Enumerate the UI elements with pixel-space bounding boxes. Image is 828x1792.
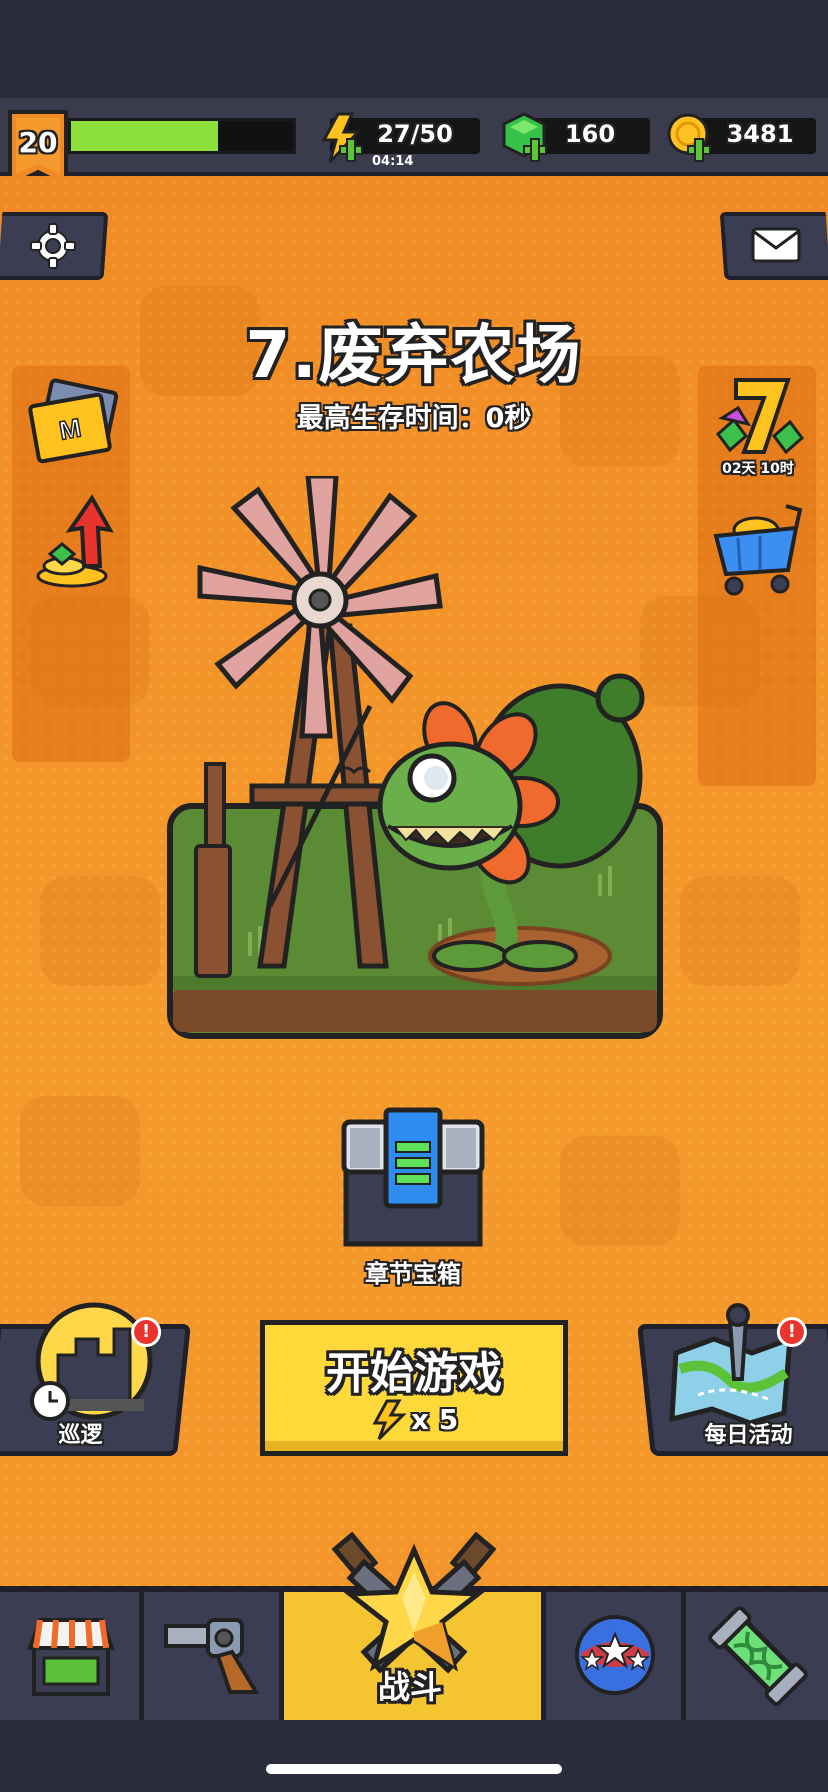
battle-star-icon — [331, 1532, 497, 1674]
lucky-seven-icon — [715, 378, 805, 455]
nav-tab-evolution[interactable] — [686, 1592, 828, 1720]
top-hud: 20 27/50 04:14 160 3481 — [0, 98, 828, 190]
level-number: 20 — [18, 126, 58, 159]
chapter-chest-button[interactable]: 章节宝箱 — [340, 1104, 486, 1304]
daily-activity-label: 每日活动 — [704, 1423, 793, 1448]
growth-fund-button[interactable] — [22, 488, 122, 592]
lucky-seven-event-button[interactable]: 02天 10时 — [708, 374, 808, 484]
dna-capsule-icon — [708, 1606, 808, 1706]
battle-label: 战斗 — [377, 1668, 442, 1706]
nav-tab-weapons[interactable] — [144, 1592, 284, 1720]
chest-icon — [341, 1107, 485, 1247]
patrol-label: 巡逻 — [58, 1423, 103, 1448]
mail-button[interactable] — [719, 212, 828, 280]
coin-icon — [667, 113, 711, 162]
right-side-panel: 02天 10时 — [698, 366, 816, 786]
stage-illustration[interactable] — [160, 476, 680, 1076]
revolver-icon — [164, 1618, 260, 1694]
gear-icon — [30, 223, 76, 269]
home-indicator[interactable] — [266, 1764, 562, 1774]
start-game-cost: x 5 — [411, 1403, 459, 1436]
patrol-button[interactable]: ! 巡逻 — [0, 1302, 191, 1456]
nav-tab-talents[interactable] — [546, 1592, 686, 1720]
chest-label: 章节宝箱 — [365, 1260, 461, 1288]
growth-fund-icon — [36, 494, 114, 588]
energy-bolt-icon — [321, 112, 363, 164]
energy-timer: 04:14 — [372, 154, 414, 169]
gem-icon — [502, 112, 547, 162]
status-bar — [0, 0, 828, 98]
energy-value: 27/50 — [377, 120, 453, 148]
home-bar — [0, 1720, 828, 1792]
mail-icon — [751, 227, 801, 263]
shop-cart-button[interactable] — [708, 500, 808, 598]
left-side-panel: M — [12, 366, 130, 762]
start-game-button[interactable]: 开始游戏 x 5 — [260, 1320, 568, 1456]
daily-alert-icon: ! — [776, 1317, 807, 1347]
event-timer: 02天 10时 — [722, 461, 794, 477]
start-game-label: 开始游戏 — [326, 1348, 502, 1399]
settings-button[interactable] — [0, 212, 109, 280]
xp-bar-fill — [71, 121, 218, 151]
nav-tab-battle[interactable]: 战斗 — [284, 1532, 546, 1720]
xp-bar — [68, 118, 296, 154]
bottom-nav: 战斗 — [0, 1532, 828, 1720]
talent-orb-icon — [575, 1615, 655, 1695]
daily-activity-button[interactable]: ! 每日活动 — [637, 1303, 828, 1456]
coin-value: 3481 — [726, 120, 794, 148]
monthly-card-button[interactable]: M — [22, 376, 122, 472]
patrol-alert-icon: ! — [131, 1317, 162, 1347]
shopping-cart-icon — [713, 504, 803, 596]
shop-icon — [27, 1618, 115, 1696]
map-icon — [669, 1303, 793, 1423]
nav-tab-shop[interactable] — [0, 1592, 144, 1720]
energy-cost-icon — [372, 1399, 407, 1441]
monthly-card-icon: M — [28, 378, 119, 464]
gem-value: 160 — [564, 120, 616, 148]
stage-area: 7.废弃农场 最高生存时间：0秒 M 02天 10时 章节宝箱 ! 巡逻 开始游… — [0, 176, 828, 1586]
